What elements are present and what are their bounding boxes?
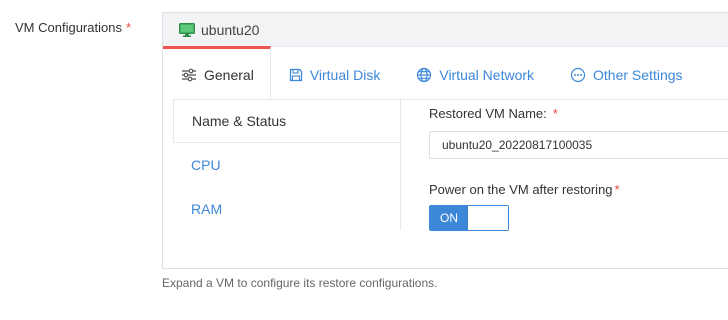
subnav-item-cpu[interactable]: CPU (173, 143, 400, 187)
tab-other-settings[interactable]: Other Settings (552, 49, 701, 100)
tab-virtual-disk[interactable]: Virtual Disk (271, 49, 399, 100)
tab-bar: General Virtual Disk Virtual Network Oth… (163, 46, 728, 100)
power-on-label-text: Power on the VM after restoring (429, 182, 613, 197)
vm-name: ubuntu20 (201, 21, 260, 38)
required-asterisk: * (552, 106, 558, 121)
save-disk-icon (289, 68, 302, 81)
more-circle-icon (570, 67, 586, 82)
tab-general[interactable]: General (163, 46, 271, 100)
vm-configurations-label-text: VM Configurations (15, 20, 122, 35)
toggle-knob (468, 206, 508, 230)
vm-header[interactable]: ubuntu20 (163, 13, 728, 47)
tab-general-label: General (204, 66, 254, 83)
tab-virtual-disk-label: Virtual Disk (309, 66, 381, 83)
globe-icon (417, 67, 432, 82)
name-status-form: Restored VM Name: * ubuntu20_202208171000… (429, 106, 728, 231)
tab-virtual-network[interactable]: Virtual Network (398, 49, 552, 100)
required-asterisk: * (125, 20, 132, 35)
sliders-icon (182, 68, 196, 81)
vm-configurations-label: VM Configurations * (15, 20, 131, 35)
restored-vm-name-input[interactable]: ubuntu20_20220817100035 (429, 131, 728, 159)
restored-vm-name-label: Restored VM Name: * (429, 106, 728, 121)
tab-virtual-network-label: Virtual Network (439, 66, 535, 83)
tab-other-settings-label: Other Settings (593, 66, 683, 83)
restored-vm-name-label-text: Restored VM Name: (429, 106, 547, 121)
power-on-label: Power on the VM after restoring * (429, 182, 728, 197)
help-text: Expand a VM to configure its restore con… (162, 276, 438, 290)
toggle-on-label: ON (430, 206, 468, 230)
vm-config-panel: ubuntu20 General Virtual Disk Virtual Ne… (162, 12, 728, 269)
required-asterisk: * (614, 182, 620, 197)
subnav-item-ram[interactable]: RAM (173, 187, 400, 231)
power-on-toggle[interactable]: ON (429, 205, 509, 231)
monitor-icon (179, 22, 195, 37)
general-subnav: Name & Status CPU RAM (173, 99, 401, 230)
subnav-item-name-status[interactable]: Name & Status (173, 99, 400, 143)
